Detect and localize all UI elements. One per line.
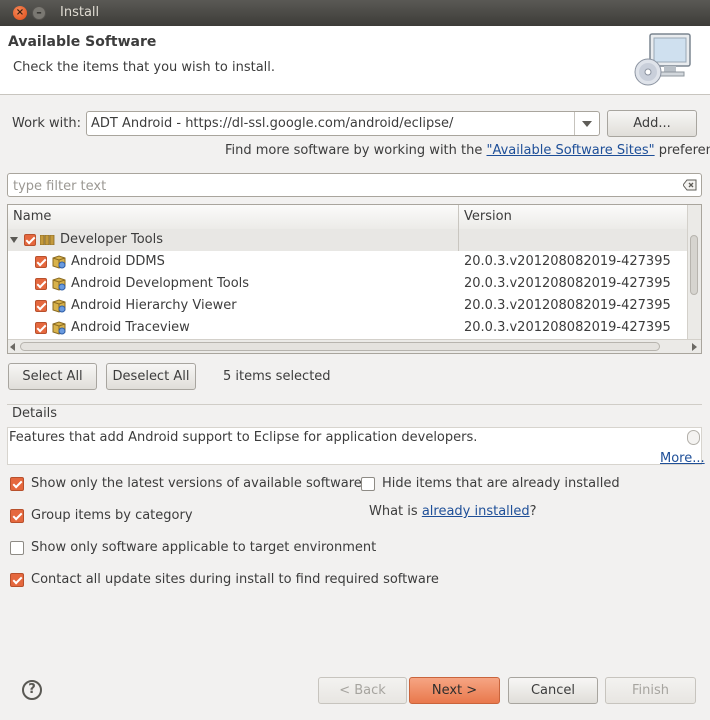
scroll-right-arrow-icon[interactable] — [692, 343, 697, 351]
deselect-all-button[interactable]: Deselect All — [106, 363, 196, 390]
item-name: Android Traceview — [71, 320, 190, 335]
details-separator — [7, 404, 702, 405]
plugin-package-icon — [52, 321, 66, 335]
window-titlebar: × – Install — [0, 0, 710, 26]
group-checkbox[interactable] — [24, 234, 36, 246]
more-link[interactable]: More... — [660, 451, 705, 466]
item-checkbox[interactable] — [35, 278, 47, 290]
back-button[interactable]: < Back — [318, 677, 407, 704]
item-name: Android Development Tools — [71, 276, 250, 291]
close-window-button[interactable]: × — [13, 6, 27, 20]
help-icon[interactable]: ? — [22, 680, 42, 700]
group-label: Developer Tools — [60, 232, 164, 247]
item-checkbox[interactable] — [35, 322, 47, 334]
plugin-package-icon — [52, 277, 66, 291]
contact-update-sites-checkbox[interactable] — [10, 573, 24, 587]
find-more-suffix: preferences. — [658, 143, 710, 158]
item-version: 20.0.3.v201208082019-427395 — [464, 276, 671, 291]
table-row[interactable]: Android Traceview 20.0.3.v201208082019-4… — [8, 317, 688, 339]
next-button[interactable]: Next > — [409, 677, 500, 704]
page-title: Available Software — [8, 34, 157, 50]
available-software-table: Name Version Developer Tools Android DDM… — [7, 204, 702, 354]
latest-versions-label: Show only the latest versions of availab… — [31, 476, 362, 491]
plugin-package-icon — [52, 299, 66, 313]
what-is-prefix: What is — [369, 504, 422, 519]
table-row[interactable]: Android Development Tools 20.0.3.v201208… — [8, 273, 688, 295]
expand-triangle-icon[interactable] — [10, 236, 18, 244]
install-wizard-icon — [634, 33, 691, 86]
item-version: 20.0.3.v201208082019-427395 — [464, 254, 671, 269]
plugin-package-icon — [52, 255, 66, 269]
finish-button[interactable]: Finish — [605, 677, 696, 704]
table-row[interactable]: Android Hierarchy Viewer 20.0.3.v2012080… — [8, 295, 688, 317]
column-separator — [458, 229, 459, 251]
minimize-window-button[interactable]: – — [32, 6, 46, 20]
column-header-name[interactable]: Name — [13, 209, 51, 224]
latest-versions-checkbox[interactable] — [10, 477, 24, 491]
target-environment-checkbox[interactable] — [10, 541, 24, 555]
item-name: Android Hierarchy Viewer — [71, 298, 237, 313]
already-installed-link[interactable]: already installed — [422, 504, 530, 519]
add-site-button[interactable]: Add... — [607, 110, 697, 137]
filter-input[interactable] — [11, 177, 675, 195]
item-version: 20.0.3.v201208082019-427395 — [464, 298, 671, 313]
target-environment-label: Show only software applicable to target … — [31, 540, 377, 555]
what-is-installed-text: What is already installed? — [369, 504, 537, 519]
wizard-banner: Available Software Check the items that … — [0, 26, 710, 95]
category-icon — [40, 235, 55, 245]
select-all-button[interactable]: Select All — [8, 363, 97, 390]
table-header: Name Version — [8, 205, 688, 230]
find-more-text: Find more software by working with the "… — [225, 143, 710, 158]
hide-installed-checkbox[interactable] — [361, 477, 375, 491]
work-with-label: Work with: — [12, 116, 82, 131]
selection-status: 5 items selected — [223, 369, 331, 384]
hide-installed-label: Hide items that are already installed — [382, 476, 620, 491]
table-row[interactable]: Android DDMS 20.0.3.v201208082019-427395 — [8, 251, 688, 273]
scrollbar-thumb[interactable] — [20, 342, 660, 351]
contact-update-sites-label: Contact all update sites during install … — [31, 572, 439, 587]
table-row-group-developer-tools[interactable]: Developer Tools — [8, 229, 688, 251]
find-more-prefix: Find more software by working with the — [225, 143, 487, 158]
vertical-scrollbar[interactable] — [687, 205, 701, 339]
filter-field — [7, 173, 702, 197]
horizontal-scrollbar[interactable] — [8, 339, 701, 353]
work-with-combo[interactable]: ADT Android - https://dl-ssl.google.com/… — [86, 111, 600, 136]
window-title: Install — [60, 5, 100, 20]
scrollbar-thumb[interactable] — [690, 235, 698, 295]
details-text: Features that add Android support to Ecl… — [9, 430, 478, 445]
column-separator — [458, 205, 459, 229]
item-checkbox[interactable] — [35, 256, 47, 268]
scroll-left-arrow-icon[interactable] — [10, 343, 15, 351]
item-checkbox[interactable] — [35, 300, 47, 312]
what-is-suffix: ? — [529, 504, 537, 519]
work-with-value: ADT Android - https://dl-ssl.google.com/… — [91, 116, 454, 131]
item-name: Android DDMS — [71, 254, 165, 269]
details-scroll-spinner-icon[interactable] — [687, 430, 700, 445]
chevron-down-icon[interactable] — [574, 112, 599, 135]
more-link-text[interactable]: More... — [660, 451, 705, 466]
available-software-sites-link[interactable]: "Available Software Sites" — [487, 143, 655, 158]
column-header-version[interactable]: Version — [464, 209, 512, 224]
page-subtitle: Check the items that you wish to install… — [13, 60, 276, 75]
group-by-category-checkbox[interactable] — [10, 509, 24, 523]
clear-filter-icon[interactable] — [683, 179, 697, 191]
item-version: 20.0.3.v201208082019-427395 — [464, 320, 671, 335]
cancel-button[interactable]: Cancel — [508, 677, 598, 704]
details-label: Details — [12, 406, 62, 421]
details-text-box: Features that add Android support to Ecl… — [7, 427, 702, 465]
group-by-category-label: Group items by category — [31, 508, 193, 523]
